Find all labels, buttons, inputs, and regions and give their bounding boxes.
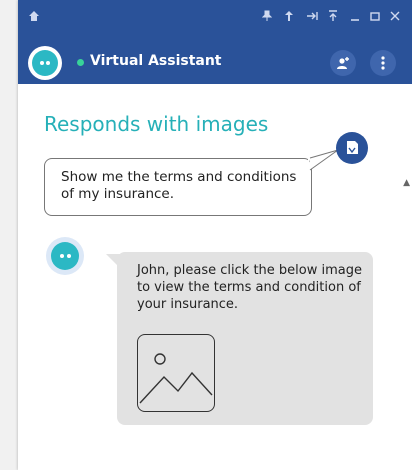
chat-window: Virtual Assistant Responds with images S… [18, 0, 412, 470]
bot-message-text: John, please click the below image to vi… [137, 263, 362, 312]
user-message-bubble: Show me the terms and conditions of my i… [44, 158, 312, 216]
insurance-image-thumbnail[interactable] [137, 334, 215, 412]
chat-content[interactable]: Responds with images Show me the terms a… [18, 84, 412, 470]
maximize-icon[interactable] [370, 10, 380, 26]
bot-bubble-tail [106, 254, 120, 268]
section-title: Responds with images [44, 112, 269, 136]
bot-message-bubble: John, please click the below image to vi… [117, 252, 373, 425]
online-status-icon [77, 59, 84, 66]
close-icon[interactable] [390, 10, 400, 26]
upload-icon[interactable] [284, 10, 294, 26]
header-title: Virtual Assistant [90, 53, 222, 69]
minimize-icon[interactable] [350, 10, 360, 26]
arrow-up-icon[interactable] [328, 10, 338, 26]
bot-avatar-small [46, 237, 84, 275]
pin-icon[interactable] [261, 10, 273, 26]
arrow-icon[interactable] [306, 10, 318, 26]
user-document-icon [347, 141, 358, 154]
more-options-button[interactable] [370, 50, 396, 76]
chat-header: Virtual Assistant [18, 38, 412, 84]
bot-avatar [28, 46, 62, 80]
home-icon[interactable] [28, 10, 40, 26]
user-message-text: Show me the terms and conditions of my i… [61, 169, 297, 202]
scroll-up-icon[interactable]: ▲ [403, 178, 410, 188]
image-icon [139, 353, 213, 404]
add-user-button[interactable] [330, 50, 356, 76]
window-titlebar [18, 0, 412, 38]
user-avatar [336, 132, 368, 164]
